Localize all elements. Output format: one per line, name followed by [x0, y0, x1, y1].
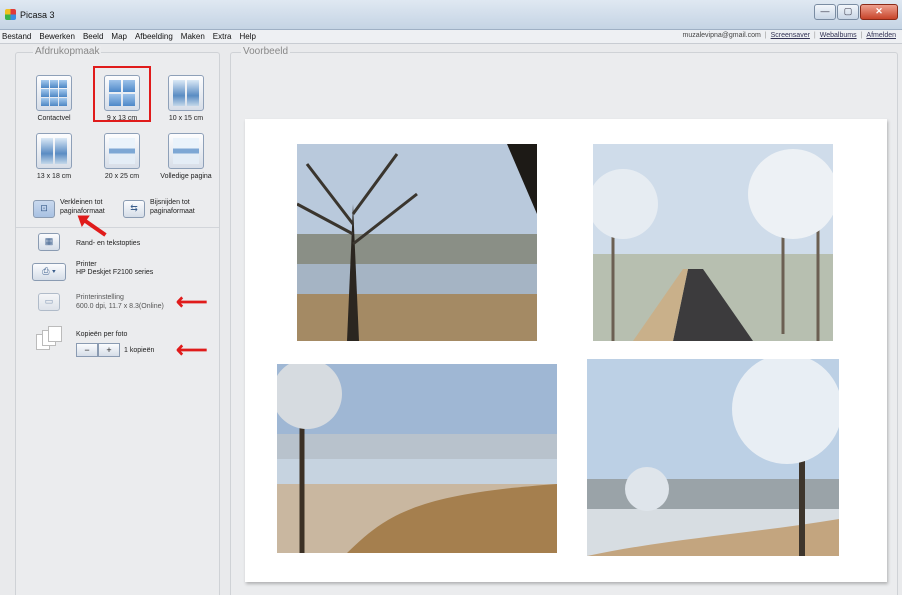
- annotation-arrow: ⟵: [176, 337, 208, 362]
- settings-icon: ▭: [44, 296, 54, 306]
- crop-to-page-button[interactable]: ⇆: [123, 200, 145, 218]
- copies-label: Kopieën per foto: [76, 331, 128, 338]
- two-portrait-icon: [36, 133, 72, 169]
- two-portrait-icon: [168, 75, 204, 111]
- menu-tools[interactable]: Extra: [213, 32, 232, 41]
- menu-view[interactable]: Beeld: [83, 32, 103, 41]
- crop-label-line1: Bijsnijden tot: [150, 199, 190, 206]
- panel-title: Afdrukopmaak: [33, 46, 102, 57]
- copies-stepper: − + 1 kopieën: [76, 343, 154, 357]
- preview-photo-1[interactable]: [297, 144, 537, 341]
- copies-decrease-button[interactable]: −: [76, 343, 98, 357]
- layout-contact-sheet-button[interactable]: Contactvel: [26, 75, 82, 122]
- maximize-button[interactable]: ▢: [837, 4, 859, 20]
- layout-label: 20 x 25 cm: [104, 173, 140, 180]
- close-button[interactable]: ✕: [860, 4, 898, 20]
- window-title: Picasa 3: [20, 10, 55, 20]
- preview-photo-3[interactable]: [277, 364, 557, 553]
- menu-file[interactable]: Bestand: [2, 32, 31, 41]
- print-preview-panel: Voorbeeld: [230, 46, 898, 595]
- picasa-app-icon: [5, 9, 16, 20]
- print-layout-panel: Afdrukopmaak Contactvel 9 x 13 cm 10 x 1…: [15, 46, 220, 595]
- menu-help[interactable]: Help: [239, 32, 255, 41]
- layout-9x13-button[interactable]: 9 x 13 cm: [94, 75, 150, 122]
- landscape-photo-icon: [104, 133, 140, 169]
- border-text-button[interactable]: ▦: [38, 233, 60, 251]
- printer-name: HP Deskjet F2100 series: [76, 269, 154, 276]
- layout-20x25-button[interactable]: 20 x 25 cm: [94, 133, 150, 180]
- layout-label: 13 x 18 cm: [36, 173, 72, 180]
- crop-label-line2: paginaformaat: [150, 208, 195, 215]
- annotation-arrow: ⟵: [176, 289, 208, 314]
- shrink-label-line1: Verkleinen tot: [60, 199, 103, 206]
- contact-sheet-icon: [36, 75, 72, 111]
- menu-folder[interactable]: Map: [111, 32, 127, 41]
- menu-create[interactable]: Maken: [181, 32, 205, 41]
- separator: |: [860, 32, 863, 39]
- separator: |: [764, 32, 767, 39]
- printer-settings-label: Printerinstelling: [76, 294, 124, 301]
- account-email: muzalevipna@gmail.com: [682, 32, 761, 39]
- layout-full-page-button[interactable]: Volledige pagina: [158, 133, 214, 180]
- preview-page: [245, 119, 887, 582]
- copies-increase-button[interactable]: +: [98, 343, 120, 357]
- preview-photo-2[interactable]: [593, 144, 833, 341]
- layout-label: 10 x 15 cm: [168, 115, 204, 122]
- layout-label: 9 x 13 cm: [106, 115, 138, 122]
- magnifier-icon: ⊡: [40, 203, 48, 213]
- printer-select-button[interactable]: ⎙ ▾: [32, 263, 66, 281]
- preview-photo-4[interactable]: [587, 359, 839, 556]
- screensaver-link[interactable]: Screensaver: [771, 32, 810, 39]
- four-up-icon: [104, 75, 140, 111]
- title-bar: Picasa 3 — ▢ ✕: [0, 0, 902, 30]
- minimize-button[interactable]: —: [814, 4, 836, 20]
- border-options-icon: ▦: [44, 236, 54, 246]
- sign-out-link[interactable]: Afmelden: [866, 32, 896, 39]
- separator: |: [813, 32, 816, 39]
- account-bar: muzalevipna@gmail.com | Screensaver | We…: [682, 32, 896, 39]
- menu-picture[interactable]: Afbeelding: [135, 32, 173, 41]
- window-controls: — ▢ ✕: [813, 4, 898, 20]
- landscape-photo-icon: [168, 133, 204, 169]
- menu-bar: Bestand Bewerken Beeld Map Afbeelding Ma…: [0, 30, 902, 44]
- menu-edit[interactable]: Bewerken: [39, 32, 75, 41]
- copies-value: 1 kopieën: [124, 347, 155, 354]
- layout-10x15-button[interactable]: 10 x 15 cm: [158, 75, 214, 122]
- printer-settings-value: 600.0 dpi, 11.7 x 8.3(Online): [76, 303, 164, 310]
- layout-13x18-button[interactable]: 13 x 18 cm: [26, 133, 82, 180]
- printer-icon: ⎙ ▾: [42, 266, 56, 276]
- webalbums-link[interactable]: Webalbums: [820, 32, 857, 39]
- preview-title: Voorbeeld: [241, 46, 291, 57]
- printer-settings-button[interactable]: ▭: [38, 293, 60, 311]
- shrink-to-page-button[interactable]: ⊡: [33, 200, 55, 218]
- layout-label: Contactvel: [37, 115, 71, 122]
- border-text-label: Rand- en tekstopties: [76, 240, 141, 247]
- copies-icon: [36, 326, 62, 352]
- crop-icon: ⇆: [130, 203, 138, 213]
- scale-options: ⊡ Verkleinen tot paginaformaat ⇆ Bijsnij…: [16, 196, 219, 228]
- layout-label: Volledige pagina: [160, 173, 212, 180]
- main-menu: Bestand Bewerken Beeld Map Afbeelding Ma…: [2, 32, 264, 41]
